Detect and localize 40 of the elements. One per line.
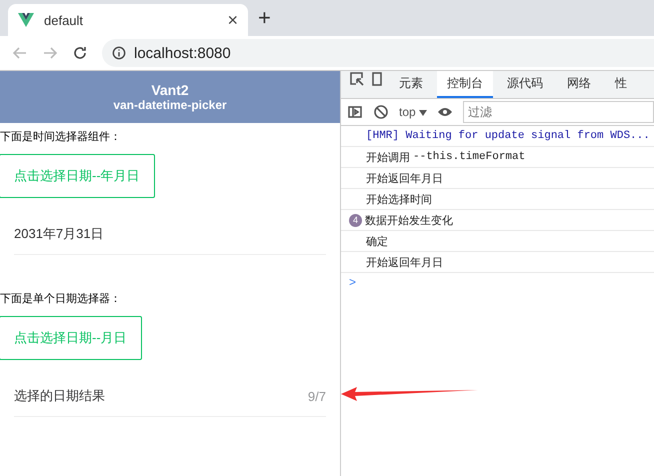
logo-icon bbox=[18, 13, 34, 27]
console-prompt[interactable]: > bbox=[341, 275, 356, 289]
log-text: 开始选择时间 bbox=[366, 192, 432, 206]
url-text: localhost:8080 bbox=[134, 44, 231, 62]
log-text: 开始返回年月日 bbox=[366, 256, 443, 270]
sidebar-icon[interactable] bbox=[347, 104, 363, 120]
cell-title: 选择的日期结果 bbox=[14, 387, 105, 405]
new-tab-button[interactable]: + bbox=[258, 5, 271, 31]
header-subtitle: van-datetime-picker bbox=[113, 98, 227, 112]
info-icon[interactable] bbox=[112, 46, 126, 60]
result-cell[interactable]: 2031年7月31日 bbox=[14, 214, 326, 255]
devtools-tab[interactable]: 性 bbox=[605, 71, 637, 98]
filter-field[interactable]: 过滤 bbox=[463, 101, 654, 123]
caret-icon bbox=[419, 110, 428, 116]
log-text: [HMR] Waiting for update signal from WDS... bbox=[366, 130, 650, 142]
close-button[interactable]: × bbox=[227, 11, 238, 29]
device-icon[interactable] bbox=[369, 71, 385, 87]
section-label: 下面是时间选择器组件： bbox=[0, 130, 122, 144]
count-badge: 4 bbox=[349, 214, 362, 226]
inspect-icon[interactable] bbox=[349, 71, 365, 87]
tab-title: default bbox=[44, 12, 84, 28]
cell-title: 2031年7月31日 bbox=[14, 225, 104, 243]
clear-icon[interactable] bbox=[373, 104, 389, 120]
log-text: 数据开始发生变化 bbox=[365, 214, 453, 228]
header-title: Vant2 bbox=[151, 82, 189, 98]
log-text: 确定 bbox=[366, 234, 388, 248]
context-dropdown[interactable]: top bbox=[399, 105, 428, 119]
section-label: 下面是单个日期选择器： bbox=[0, 292, 122, 306]
devtools-tab[interactable]: 源代码 bbox=[497, 71, 553, 98]
log-text: 开始调用 bbox=[366, 150, 410, 164]
devtools-tab[interactable]: 元素 bbox=[389, 71, 433, 98]
cell-value: 9/7 bbox=[308, 388, 326, 404]
reload-icon[interactable] bbox=[72, 45, 88, 61]
devtools-tab[interactable]: 网络 bbox=[557, 71, 601, 98]
log-text: 开始返回年月日 bbox=[366, 172, 443, 186]
log-code: --this.timeFormat bbox=[413, 151, 526, 163]
devtools-tab[interactable]: 控制台 bbox=[437, 71, 493, 98]
result-cell[interactable]: 选择的日期结果 9/7 bbox=[14, 376, 326, 417]
browser-tab[interactable]: default × bbox=[8, 4, 248, 36]
address-bar[interactable]: localhost:8080 bbox=[102, 39, 654, 67]
